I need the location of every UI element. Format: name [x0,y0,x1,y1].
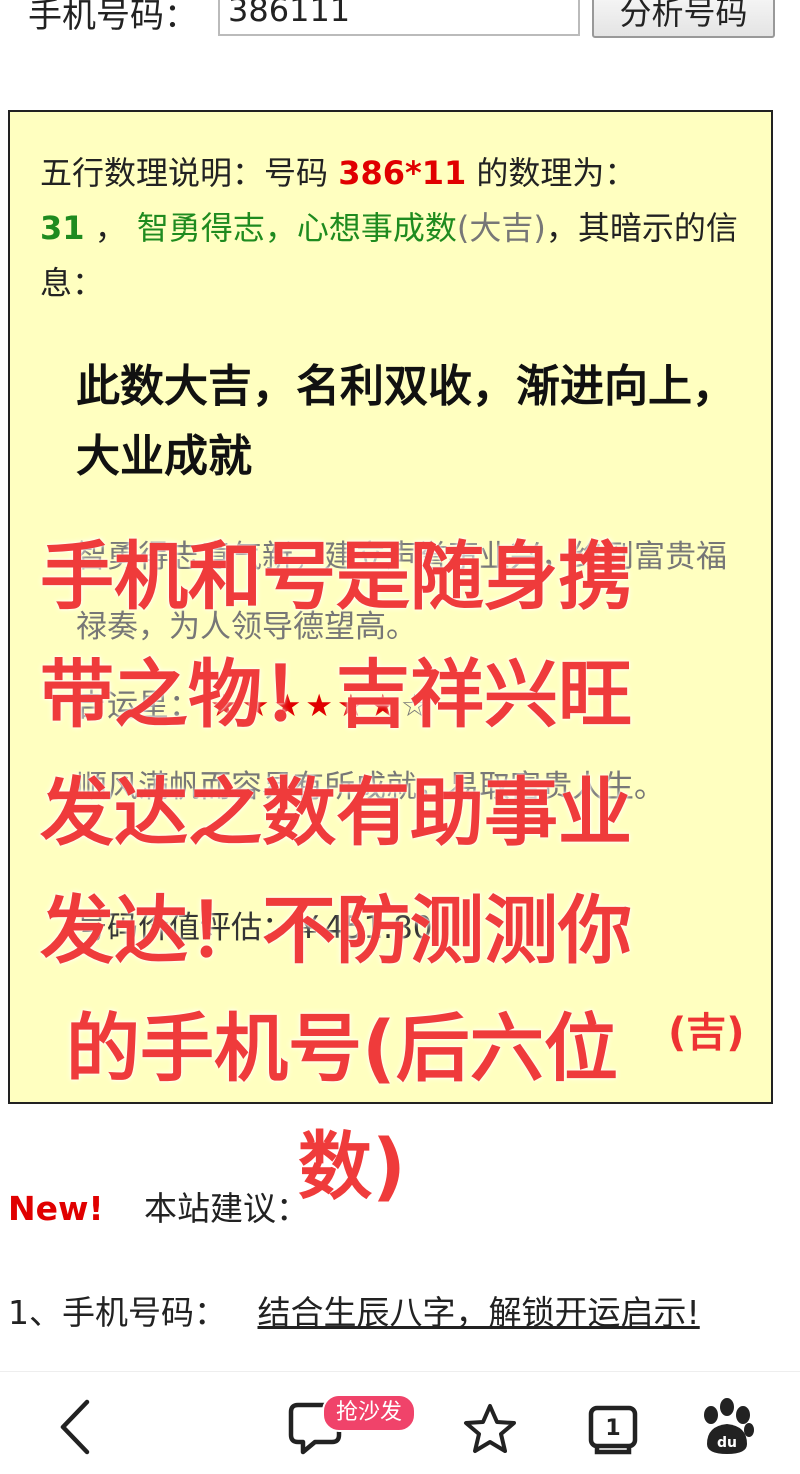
star-rating-icon: ★★★★★★ [209,688,401,724]
suggest-item-label: 1、手机号码： [8,1293,227,1332]
bazi-link[interactable]: 结合生辰八字，解锁开运启示! [258,1293,700,1332]
ji-tag: (吉) [668,1010,745,1056]
intro-prefix: 五行数理说明：号码 [40,154,329,192]
baidu-button[interactable]: du [677,1372,777,1470]
result-panel: 五行数理说明：号码 386*11 的数理为： 31 ， 智勇得志，心想事成数(大… [8,110,773,1104]
back-button[interactable] [25,1372,125,1470]
result-intro: 五行数理说明：号码 386*11 的数理为： 31 ， 智勇得志，心想事成数(大… [40,146,740,311]
tabs-button[interactable]: 1 [563,1372,663,1470]
tab-count: 1 [605,1416,620,1441]
suggest-title: 本站建议： [144,1189,310,1228]
sofa-badge[interactable]: 抢沙发 [322,1394,417,1432]
suggest-heading: New! 本站建议： [8,1182,309,1230]
baidu-paw-icon: du [704,1398,754,1454]
tabs-icon: 1 [588,1405,638,1455]
rating-label: (大吉) [456,209,546,247]
intro-comma: ， [94,209,127,247]
luck-rating: 吉运星： ★★★★★★☆ [76,680,428,725]
luck-description: 顺风满帆而容易有所成就，易取富贵人生。 [76,769,665,805]
masked-number: 386*11 [338,154,467,192]
intro-mid: 的数理为： [476,154,637,192]
phone-number-input[interactable]: 386111 [218,0,580,36]
value-estimate: 号码价值评估：￥451.80 [76,910,433,946]
back-arrow-icon [60,1399,90,1455]
analyze-button[interactable]: 分析号码 [592,0,775,38]
star-empty-icon: ☆ [400,688,429,724]
score-title: 智勇得志，心想事成数 [136,209,457,247]
new-badge: New! [8,1189,104,1228]
star-icon [464,1404,516,1453]
result-poem: 智勇得志意气新，建立声誉事业兴，终到富贵福禄奏，为人领导德望高。 [76,539,727,645]
search-row: 手机号码： 386111 分析号码 [0,0,800,45]
luck-label: 吉运星： [76,688,200,724]
phone-label: 手机号码： [28,0,198,36]
suggest-item: 1、手机号码： 结合生辰八字，解锁开运启示! [8,1286,700,1334]
svg-text:du: du [717,1435,737,1451]
score-number: 31 [40,209,85,247]
favorite-button[interactable] [440,1372,540,1470]
result-headline: 此数大吉，名利双收，渐进向上，大业成就 [76,361,736,482]
